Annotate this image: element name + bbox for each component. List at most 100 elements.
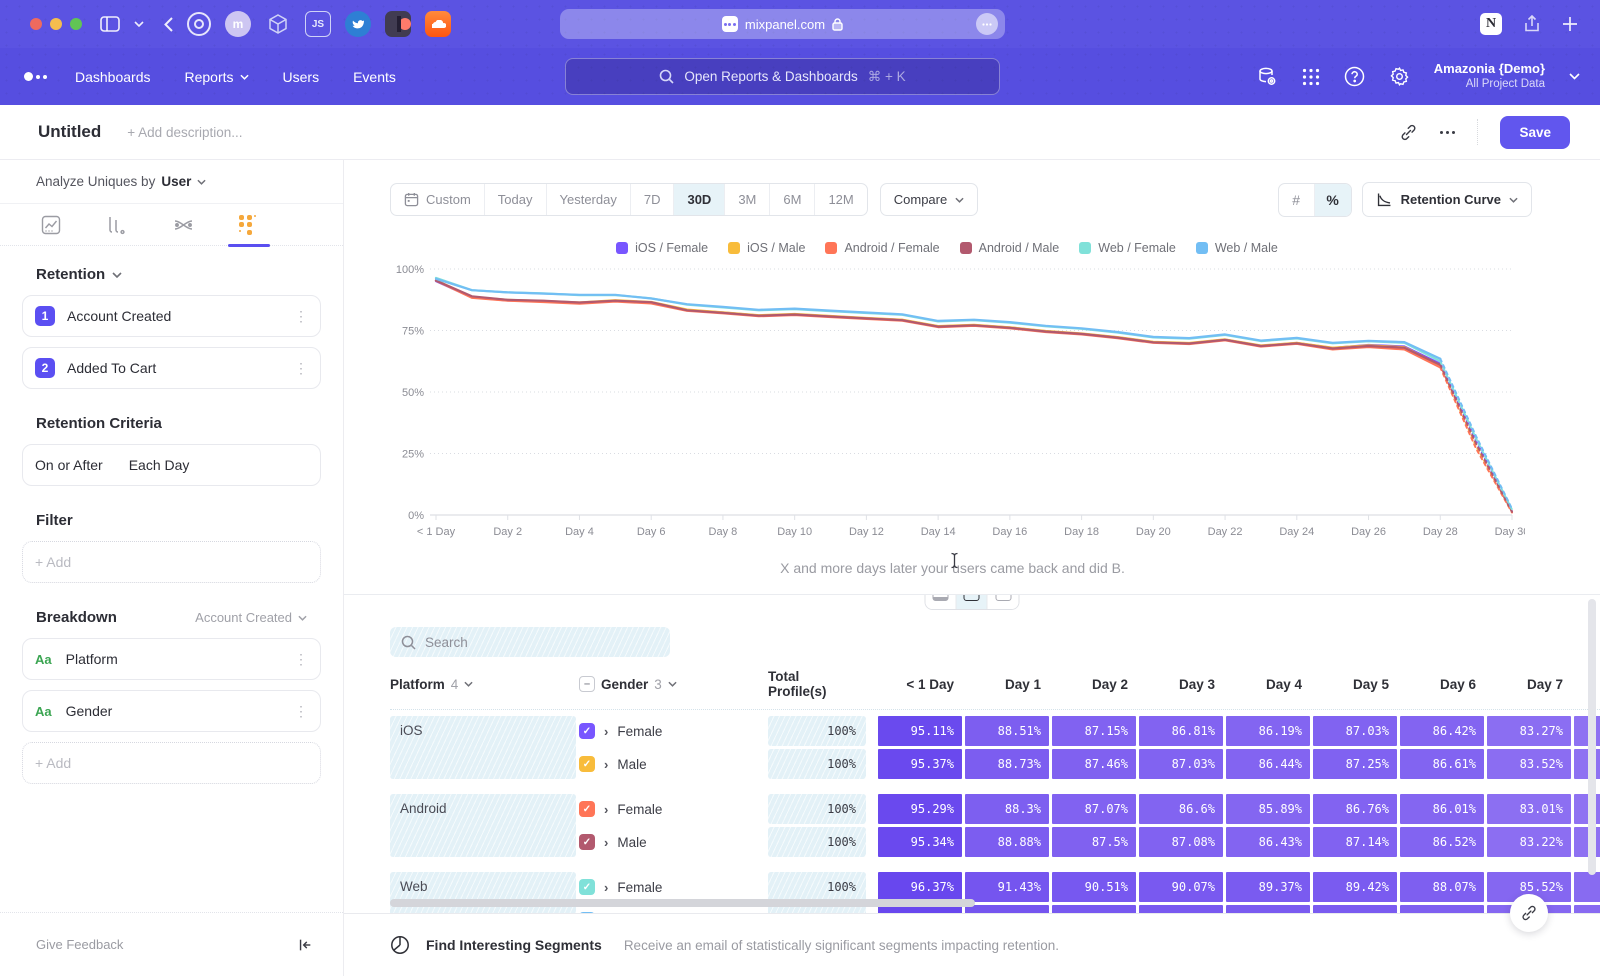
tab-insights[interactable] xyxy=(30,204,72,246)
retention-value-cell[interactable]: 87.07% xyxy=(1052,794,1136,824)
expand-row-icon[interactable]: › xyxy=(604,724,608,739)
notion-icon[interactable]: N xyxy=(1480,13,1502,35)
retention-value-cell[interactable]: 82.41% xyxy=(1574,749,1600,779)
retention-value-cell[interactable]: 86.44% xyxy=(1226,749,1310,779)
criteria-each-day[interactable]: Each Day xyxy=(129,457,190,473)
retention-value-cell[interactable]: 95.34% xyxy=(878,827,962,857)
breakdown-scope-dropdown[interactable]: Account Created xyxy=(195,610,307,625)
save-button[interactable]: Save xyxy=(1500,116,1570,149)
m-avatar-icon[interactable]: m xyxy=(225,11,251,37)
retention-value-cell[interactable]: 87.14% xyxy=(1313,827,1397,857)
soundcloud-icon[interactable] xyxy=(425,11,451,37)
retention-value-cell[interactable]: 84.41% xyxy=(1574,872,1600,902)
column-header-day[interactable]: Day 5 xyxy=(1313,677,1397,692)
js-icon[interactable]: JS xyxy=(305,11,331,37)
analyze-value[interactable]: User xyxy=(161,174,191,189)
retention-value-cell[interactable]: 86.19% xyxy=(1226,716,1310,746)
column-header-platform[interactable]: Platform 4 xyxy=(390,677,576,692)
new-tab-plus-icon[interactable] xyxy=(1562,16,1578,32)
view-chart-focus[interactable] xyxy=(926,594,957,609)
date-range-30d[interactable]: 30D xyxy=(674,184,725,215)
retention-value-cell[interactable]: 87.15% xyxy=(1052,716,1136,746)
horizontal-scrollbar[interactable] xyxy=(390,899,975,907)
retention-value-cell[interactable]: 90.51% xyxy=(1052,872,1136,902)
retention-chart[interactable]: 100%75%50%25%0%< 1 DayDay 2Day 4Day 6Day… xyxy=(380,257,1600,554)
legend-item[interactable]: iOS / Male xyxy=(728,241,805,255)
share-icon[interactable] xyxy=(1524,15,1540,33)
tab-flows[interactable] xyxy=(162,204,204,246)
settings-gear-icon[interactable] xyxy=(1389,66,1410,87)
view-table-focus[interactable] xyxy=(988,594,1019,609)
zoom-window-button[interactable] xyxy=(70,18,82,30)
retention-value-cell[interactable]: 88.73% xyxy=(965,749,1049,779)
column-header-day[interactable]: Day 8 xyxy=(1574,677,1600,692)
account-switcher[interactable]: Amazonia {Demo} All Project Data xyxy=(1434,61,1545,92)
date-range-custom[interactable]: Custom xyxy=(391,184,485,215)
legend-item[interactable]: Web / Female xyxy=(1079,241,1176,255)
retention-value-cell[interactable]: 95.29% xyxy=(878,794,962,824)
retention-value-cell[interactable]: 84.58% xyxy=(1574,905,1600,913)
platform-cell[interactable]: iOS xyxy=(390,716,576,779)
retention-value-cell[interactable]: 95.37% xyxy=(878,749,962,779)
nav-item-reports[interactable]: Reports xyxy=(185,69,249,85)
legend-item[interactable]: Android / Male xyxy=(960,241,1060,255)
retention-value-cell[interactable]: 88.3% xyxy=(965,794,1049,824)
patreon-icon[interactable] xyxy=(385,11,411,37)
legend-item[interactable]: Web / Male xyxy=(1196,241,1278,255)
account-chevron-icon[interactable] xyxy=(1569,73,1580,80)
view-split[interactable] xyxy=(957,594,988,609)
nav-item-users[interactable]: Users xyxy=(283,69,320,85)
collapse-sidebar-icon[interactable] xyxy=(297,937,313,953)
retention-value-cell[interactable]: 91.41% xyxy=(965,905,1049,913)
nav-item-events[interactable]: Events xyxy=(353,69,396,85)
retention-value-cell[interactable]: 88.07% xyxy=(1400,872,1484,902)
retention-value-cell[interactable]: 89.46% xyxy=(1313,905,1397,913)
more-options-icon[interactable] xyxy=(1440,131,1455,134)
retention-value-cell[interactable]: 88.88% xyxy=(965,827,1049,857)
series-checkbox[interactable]: ✓ xyxy=(579,756,595,772)
date-range-7d[interactable]: 7D xyxy=(631,184,675,215)
retention-value-cell[interactable]: 86.76% xyxy=(1313,794,1397,824)
select-all-checkbox[interactable]: – xyxy=(579,676,595,692)
close-window-button[interactable] xyxy=(30,18,42,30)
mixpanel-logo-icon[interactable] xyxy=(24,72,47,81)
criteria-on-or-after[interactable]: On or After xyxy=(35,457,103,473)
date-range-6m[interactable]: 6M xyxy=(770,184,815,215)
breakdown-menu-icon[interactable]: ⋮ xyxy=(294,651,308,668)
report-title[interactable]: Untitled xyxy=(38,122,101,142)
platform-cell[interactable]: Android xyxy=(390,794,576,857)
give-feedback-link[interactable]: Give Feedback xyxy=(36,937,123,952)
column-header-day[interactable]: < 1 Day xyxy=(878,677,962,692)
retention-value-cell[interactable]: 89.42% xyxy=(1313,872,1397,902)
breakdown-add-button[interactable]: + Add xyxy=(22,742,321,784)
retention-value-cell[interactable]: 90.54% xyxy=(1052,905,1136,913)
retention-value-cell[interactable]: 83.52% xyxy=(1487,749,1571,779)
column-header-day[interactable]: Day 3 xyxy=(1139,677,1223,692)
table-search-input[interactable]: Search xyxy=(390,627,670,657)
tab-funnels[interactable] xyxy=(96,204,138,246)
retention-value-cell[interactable]: 82.18% xyxy=(1574,827,1600,857)
chart-type-dropdown[interactable]: Retention Curve xyxy=(1362,182,1532,217)
series-checkbox[interactable]: ✓ xyxy=(579,723,595,739)
series-checkbox[interactable]: ✓ xyxy=(579,879,595,895)
column-header-day[interactable]: Day 1 xyxy=(965,677,1049,692)
retention-value-cell[interactable]: 86.01% xyxy=(1400,794,1484,824)
expand-row-icon[interactable]: › xyxy=(604,802,608,817)
retention-value-cell[interactable]: 87.03% xyxy=(1313,716,1397,746)
expand-row-icon[interactable]: › xyxy=(604,880,608,895)
retention-value-cell[interactable]: 87.46% xyxy=(1052,749,1136,779)
column-header-day[interactable]: Day 4 xyxy=(1226,677,1310,692)
retention-value-cell[interactable]: 83.01% xyxy=(1487,794,1571,824)
legend-item[interactable]: Android / Female xyxy=(825,241,939,255)
copy-link-icon[interactable] xyxy=(1399,123,1418,142)
segments-title[interactable]: Find Interesting Segments xyxy=(426,937,602,953)
retention-value-cell[interactable]: 89.48% xyxy=(1226,905,1310,913)
retention-criteria-card[interactable]: On or After Each Day xyxy=(22,444,321,486)
retention-value-cell[interactable]: 90.07% xyxy=(1139,872,1223,902)
date-range-12m[interactable]: 12M xyxy=(815,184,866,215)
share-link-button[interactable] xyxy=(1510,894,1548,932)
series-checkbox[interactable]: ✓ xyxy=(579,801,595,817)
date-range-yesterday[interactable]: Yesterday xyxy=(547,184,631,215)
retention-value-cell[interactable]: 88.04% xyxy=(1400,905,1484,913)
bird-icon[interactable] xyxy=(345,11,371,37)
